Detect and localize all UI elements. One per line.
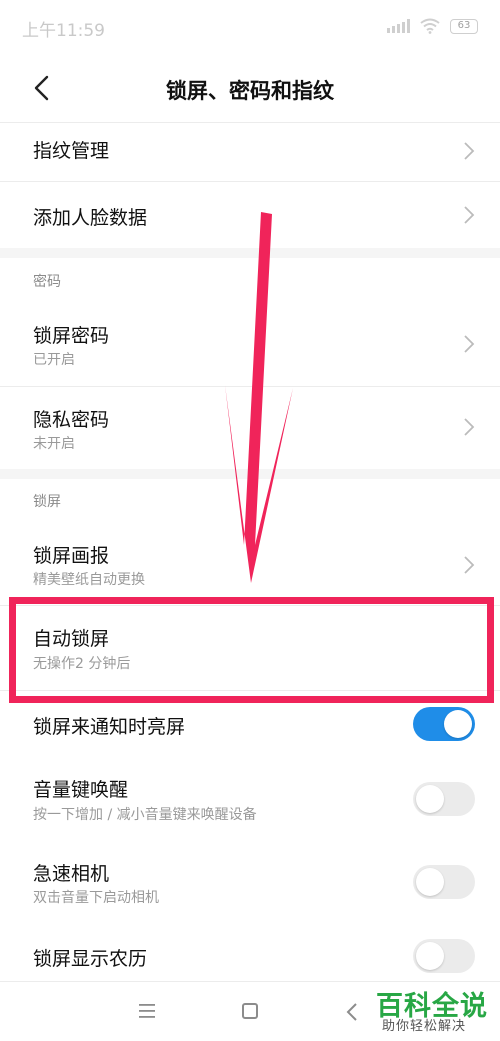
add-face-data-item[interactable]: 添加人脸数据 [0, 182, 500, 248]
row-label: 锁屏来通知时亮屏 [33, 716, 186, 738]
row-label: 隐私密码 [33, 409, 110, 431]
row-sub: 精美壁纸自动更换 [33, 572, 145, 588]
battery-icon: 63 [450, 18, 478, 34]
row-sub: 未开启 [33, 436, 75, 452]
quick-camera-item[interactable]: 急速相机 双击音量下启动相机 [0, 841, 500, 925]
chevron-right-icon [464, 142, 475, 160]
lockscreen-password-item[interactable]: 锁屏密码 已开启 [0, 300, 500, 386]
section-header-password: 密码 [33, 274, 61, 290]
row-label: 锁屏显示农历 [33, 948, 148, 970]
section-gap [0, 469, 500, 479]
page-title: 锁屏、密码和指纹 [166, 79, 334, 103]
lunar-calendar-item[interactable]: 锁屏显示农历 [0, 925, 500, 981]
row-label: 锁屏密码 [33, 325, 110, 347]
status-icons: 63 [387, 18, 478, 34]
toggle-knob [416, 942, 444, 970]
wifi-icon [420, 18, 440, 34]
toggle-knob [416, 868, 444, 896]
watermark-logo: 百科全说 助你轻松解决 [372, 984, 492, 1040]
section-header-lockscreen: 锁屏 [33, 494, 61, 510]
chevron-right-icon [464, 556, 475, 574]
menu-icon[interactable] [139, 1004, 155, 1018]
toggle-knob [444, 710, 472, 738]
row-sub: 已开启 [33, 352, 75, 368]
toggle-knob [416, 785, 444, 813]
status-bar: 上午11:59 63 [0, 0, 500, 56]
quick-camera-toggle[interactable] [413, 865, 475, 899]
row-sub: 按一下增加 / 减小音量键来唤醒设备 [33, 807, 257, 823]
signal-icon [387, 19, 410, 33]
row-label: 指纹管理 [33, 140, 110, 162]
status-time: 上午11:59 [22, 21, 105, 41]
row-label: 锁屏画报 [33, 545, 110, 567]
home-icon[interactable] [242, 1003, 258, 1019]
highlight-box [9, 597, 494, 703]
chevron-right-icon [464, 335, 475, 353]
row-label: 音量键唤醒 [33, 779, 129, 801]
row-label: 急速相机 [33, 863, 110, 885]
lockscreen-wallpaper-item[interactable]: 锁屏画报 精美壁纸自动更换 [0, 521, 500, 605]
fingerprint-management-item[interactable]: 指纹管理 [0, 123, 500, 181]
chevron-right-icon [464, 206, 475, 224]
watermark-subtitle: 助你轻松解决 [382, 1019, 467, 1034]
chevron-right-icon [464, 418, 475, 436]
lunar-calendar-toggle[interactable] [413, 939, 475, 973]
wake-on-notification-toggle[interactable] [413, 707, 475, 741]
back-icon[interactable] [346, 1002, 358, 1022]
row-label: 添加人脸数据 [33, 207, 148, 229]
section-gap [0, 248, 500, 258]
row-sub: 双击音量下启动相机 [33, 890, 159, 906]
volume-key-wake-toggle[interactable] [413, 782, 475, 816]
header: 锁屏、密码和指纹 [0, 56, 500, 122]
privacy-password-item[interactable]: 隐私密码 未开启 [0, 387, 500, 469]
volume-key-wake-item[interactable]: 音量键唤醒 按一下增加 / 减小音量键来唤醒设备 [0, 757, 500, 841]
